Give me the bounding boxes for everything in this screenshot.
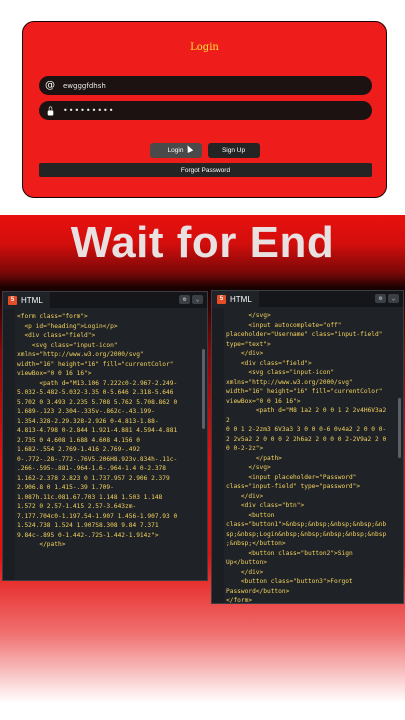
code-line: 1.162-2.378 2.823 0 1.737.957 2.906 2.37… [17,474,170,482]
scrollbar[interactable] [398,398,401,458]
gear-icon[interactable]: ⚙ [375,294,386,303]
code-line: width="16" height="16" fill="currentColo… [226,388,383,395]
panel-controls: ⚙ ⌄ [179,295,203,304]
code-line: type="text"> [226,340,271,348]
code-lines: </svg> <input autocomplete="off" placehol… [226,311,393,603]
html5-icon: 5 [8,295,17,305]
tab-label: HTML [230,294,252,304]
login-button-label: Login [167,147,184,154]
chevron-down-icon[interactable]: ⌄ [388,294,399,303]
code-line: ;&nbsp;</button> [226,540,286,547]
html5-icon: 5 [217,294,226,304]
gear-icon[interactable]: ⚙ [179,295,190,304]
login-form-preview: Login @ ewgggfdhsh ••••••••• Login Sign … [22,21,387,198]
code-line: 0 0 1 2-2zm3 6V3a3 3 0 0 0-6 0v4a2 2 0 0… [226,426,387,433]
lock-icon [45,106,55,116]
code-line: 2.735 0 4.608 1.688 4.608 4.156 0 [17,436,140,444]
code-line: <p id="heading">Login</p> [17,322,118,330]
code-line: 1.087h.11c.081.67.703 1.148 1.503 1.148 [17,493,163,501]
code-line: <svg class="input-icon" [17,341,118,349]
tab-label: HTML [21,295,43,305]
code-line: <svg class="input-icon" [226,369,335,376]
code-line: <div class="btn"> [226,502,305,509]
code-line: sp;&nbsp;Login&nbsp;&nbsp;&nbsp;&nbsp;&n… [226,530,387,538]
code-line: viewBox="0 0 16 16"> [226,397,301,405]
login-heading: Login [190,42,219,53]
code-area[interactable]: </svg> <input autocomplete="off" placehol… [212,308,403,603]
banner-title: Wait for End [70,218,335,267]
code-line: 5.702 0 3.493 2.235 5.708 5.762 5.708.86… [17,398,178,406]
code-line: placeholder="Username" class="input-fiel… [226,331,383,338]
code-line: <div class="field"> [17,332,96,339]
code-line: </svg> [226,312,271,319]
code-line: 1.572 0 2.57-1.415 2.57-3.643zm- [17,503,137,510]
password-value: ••••••••• [63,106,115,115]
code-line: 7.177.704c0-1.197.54-1.907 1.456-1.907.9… [17,512,178,520]
username-value: ewgggfdhsh [63,81,106,90]
at-sign-icon: @ [45,79,55,91]
tab-html[interactable]: 5 HTML [212,291,259,307]
code-line: </path> [17,541,66,548]
code-line: 1.354.328-2.29.328-2.926 0-4.813-1.88- [17,417,159,425]
code-line: </div> [226,568,264,576]
code-line: width="16" height="16" fill="currentColo… [17,360,174,368]
signup-button[interactable]: Sign Up [207,143,260,158]
code-line: <button class="button2">Sign [226,549,353,557]
code-line: 0 0-2-2z"> [226,445,264,452]
code-line: <button class="button3">Forgot [226,578,353,585]
code-line: 0-.772-.28-.772-.76V5.206H8.923v.834h-.1… [17,455,178,463]
left-code-panel: 5 HTML ⚙ ⌄ <form class="form"> <p id="he… [2,291,208,581]
code-line: 9.84c-.895 0-1.442-.725-1.442-1.914z"> [17,531,159,539]
code-line: viewBox="0 0 16 16"> [17,370,92,377]
code-line: </svg> [226,464,271,471]
code-line: Up</button> [226,559,267,566]
button-row: Login Sign Up [23,143,386,158]
code-line: xmlns="http://www.w3.org/2000/svg" [17,351,144,358]
right-code-panel: 5 HTML ⚙ ⌄ </svg> <input autocomplete="o… [211,290,404,604]
panel-header: 5 HTML ⚙ ⌄ [212,291,403,307]
code-line: 5.032-5.482-5.032-3.35 0-5.646 2.318-5.6… [17,389,174,396]
code-line: <input placeholder="Password" [226,473,357,481]
code-line: 2.906.8 0 1.415-.39 1.709- [17,484,114,491]
code-line: 1.682-.554 2.769-1.416 2.769-.492 [17,446,140,453]
code-line: </div> [226,492,264,500]
code-line: class="button1">&nbsp;&nbsp;&nbsp;&nbsp;… [226,521,387,528]
code-line: <input autocomplete="off" [226,321,342,329]
scrollbar[interactable] [202,349,205,429]
code-area[interactable]: <form class="form"> <p id="heading">Logi… [3,309,207,580]
code-line: .266-.595-.881-.964-1.6-.964-1.4 0-2.378 [17,465,167,472]
code-line: 1.524.738 1.524 1.907S8.308 9.84 7.371 [17,522,159,529]
chevron-down-icon[interactable]: ⌄ [192,295,203,304]
code-line: <button [226,511,275,519]
forgot-password-button[interactable]: Forgot Password [39,163,372,177]
code-line: 1.689-.123 2.304-.335v-.862c-.43.199- [17,408,155,415]
password-field[interactable]: ••••••••• [39,101,372,120]
code-line: </div> [226,350,264,357]
code-line: </path> [226,454,282,462]
line-gutter [212,308,224,603]
code-line: class="input-field" type="password"> [226,483,361,490]
mouse-cursor-icon [184,144,193,153]
code-line: <div class="field"> [226,359,312,367]
code-line: <form class="form"> [17,313,88,320]
code-lines: <form class="form"> <p id="heading">Logi… [17,312,197,550]
panel-header: 5 HTML ⚙ ⌄ [3,292,207,308]
code-line: </form> [226,597,253,603]
line-gutter [3,309,15,580]
code-line: Password</button> [226,587,290,595]
code-line: xmlns="http://www.w3.org/2000/svg" [226,378,353,386]
tab-html[interactable]: 5 HTML [3,292,50,308]
code-line: <path d="M8 1a2 2 0 0 1 2 2v4H6V3a2 2 [226,407,390,424]
code-line: <path d="M13.106 7.222c0-2.967-2.249- [17,379,178,387]
login-button[interactable]: Login [149,143,202,158]
username-field[interactable]: @ ewgggfdhsh [39,76,372,95]
code-line: 2 2v5a2 2 0 0 0 2 2h6a2 2 0 0 0 2-2V9a2 … [226,435,387,443]
code-line: 4.813-4.798 0-2.844 1.921-4.881 4.594-4.… [17,427,178,434]
panel-controls: ⚙ ⌄ [375,294,399,303]
